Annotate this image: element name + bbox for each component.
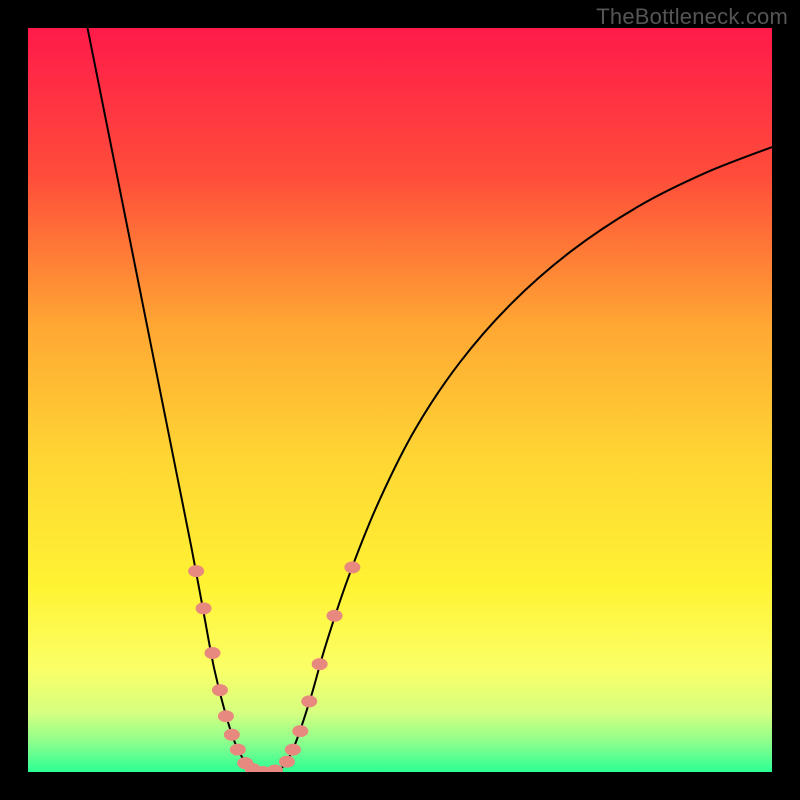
chart-container: TheBottleneck.com: [0, 0, 800, 800]
data-marker: [224, 729, 240, 741]
data-marker: [267, 765, 283, 772]
data-marker: [344, 561, 360, 573]
data-marker: [285, 744, 301, 756]
plot-area: [28, 28, 772, 772]
data-marker: [212, 684, 228, 696]
watermark-text: TheBottleneck.com: [596, 4, 788, 30]
bottleneck-curve: [88, 28, 772, 772]
data-marker: [230, 744, 246, 756]
data-marker: [205, 647, 221, 659]
data-marker: [301, 695, 317, 707]
data-marker: [188, 565, 204, 577]
data-marker: [327, 610, 343, 622]
data-marker: [292, 725, 308, 737]
curve-layer: [28, 28, 772, 772]
data-marker: [218, 710, 234, 722]
data-marker: [312, 658, 328, 670]
data-marker: [279, 756, 295, 768]
data-marker: [196, 602, 212, 614]
